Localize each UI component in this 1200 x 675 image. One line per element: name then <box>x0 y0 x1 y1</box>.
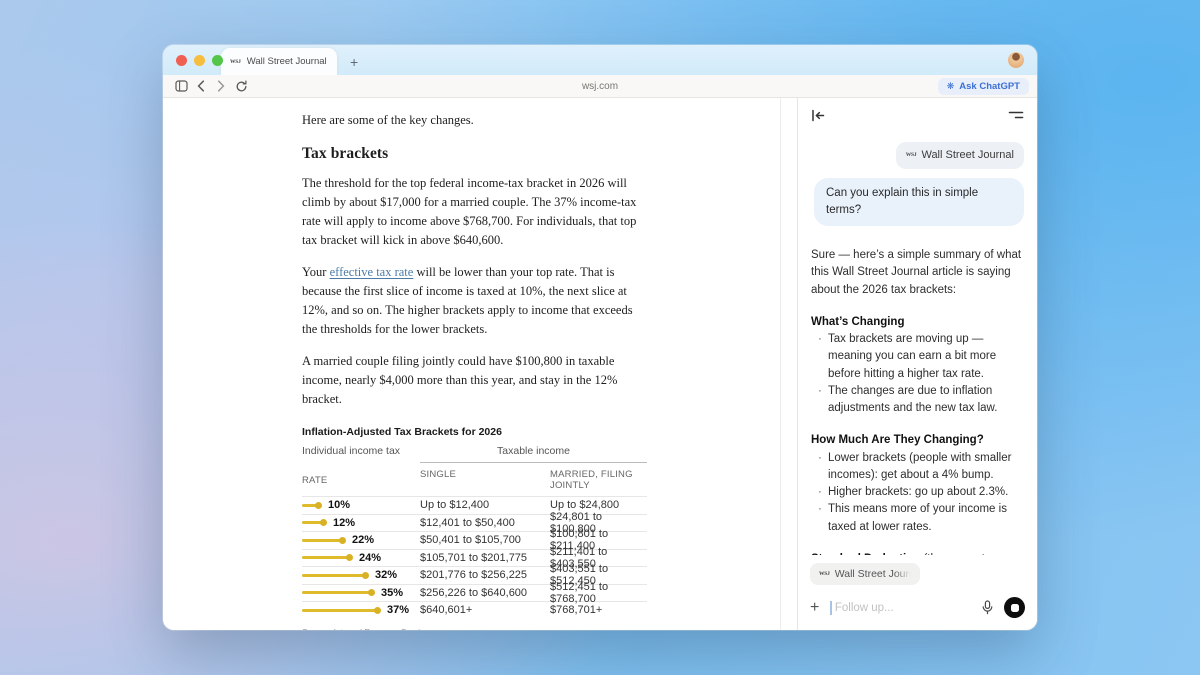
table-row: 37% $640,601+ $768,701+ <box>302 601 647 619</box>
rate-bar <box>302 591 372 594</box>
rate-bar <box>302 521 324 524</box>
tax-brackets-table: Inflation-Adjusted Tax Brackets for 2026… <box>302 426 647 630</box>
article-pane: Here are some of the key changes. Tax br… <box>163 98 797 630</box>
dictation-mic-icon[interactable] <box>981 600 994 615</box>
assistant-section: How Much Are They Changing? ·Lower brack… <box>811 432 1024 536</box>
address-bar[interactable]: wsj.com <box>163 81 1037 92</box>
ask-chatgpt-button[interactable]: ❋ Ask ChatGPT <box>938 78 1029 95</box>
voice-mode-button[interactable] <box>1004 597 1025 618</box>
heading-tax-brackets: Tax brackets <box>302 145 647 163</box>
wsj-favicon-icon: WSJ <box>819 571 830 577</box>
single-range: $50,401 to $105,700 <box>420 534 550 546</box>
stop-icon <box>1011 604 1019 612</box>
list-item: ·This means more of your income is taxed… <box>811 501 1024 536</box>
article-paragraph: A married couple filing jointly could ha… <box>302 352 647 409</box>
rate-label: 32% <box>375 569 397 581</box>
page-context-chip: WSJ Wall Street Journal <box>896 142 1024 169</box>
rate-label: 24% <box>359 552 381 564</box>
single-range: $12,401 to $50,400 <box>420 517 550 529</box>
section-heading: What’s Changing <box>811 314 1024 331</box>
article-intro: Here are some of the key changes. <box>302 111 647 130</box>
collapse-sidebar-icon[interactable] <box>811 109 825 122</box>
single-range: Up to $12,400 <box>420 499 550 511</box>
tab-bar: WSJ Wall Street Journal + <box>163 45 1037 75</box>
openai-logo-icon: ❋ <box>947 82 955 91</box>
single-range: $640,601+ <box>420 604 550 616</box>
wsj-favicon-icon: WSJ <box>906 151 917 159</box>
assistant-section: What’s Changing ·Tax brackets are moving… <box>811 314 1024 418</box>
table-source: Source: Internal Revenue Service <box>302 627 647 631</box>
profile-avatar[interactable] <box>1008 52 1024 68</box>
wsj-favicon-icon: WSJ <box>230 59 241 65</box>
rate-bar <box>302 504 319 507</box>
add-attachment-button[interactable]: + <box>810 601 819 615</box>
minimize-window-button[interactable] <box>194 55 205 66</box>
browser-window: WSJ Wall Street Journal + wsj.com ❋ Ask … <box>163 45 1037 630</box>
input-placeholder: Follow up... <box>835 602 894 614</box>
single-range: $201,776 to $256,225 <box>420 569 550 581</box>
chat-history-icon[interactable] <box>1008 109 1024 121</box>
effective-tax-rate-link[interactable]: effective tax rate <box>330 265 414 279</box>
close-window-button[interactable] <box>176 55 187 66</box>
chat-composer: WSJ Wall Street Journal + Follow up... <box>798 555 1037 630</box>
list-item: ·Higher brackets: go up about 2.3%. <box>811 484 1024 501</box>
article-paragraph: Your effective tax rate will be lower th… <box>302 263 647 339</box>
single-range: $105,701 to $201,775 <box>420 552 550 564</box>
table-title: Inflation-Adjusted Tax Brackets for 2026 <box>302 426 647 438</box>
table-group-left: Individual income tax <box>302 445 420 463</box>
rate-bar <box>302 574 366 577</box>
text-cursor <box>830 601 832 615</box>
new-tab-button[interactable]: + <box>350 55 358 69</box>
user-message-bubble: Can you explain this in simple terms? <box>814 178 1024 227</box>
browser-toolbar: wsj.com ❋ Ask ChatGPT <box>163 75 1037 98</box>
tab-wall-street-journal[interactable]: WSJ Wall Street Journal <box>221 48 337 75</box>
col-header-married: MARRIED, FILING JOINTLY <box>550 469 647 491</box>
section-heading: How Much Are They Changing? <box>811 432 1024 449</box>
window-controls <box>176 45 223 75</box>
rate-label: 35% <box>381 587 403 599</box>
table-row: 35% $256,226 to $640,600 $512,451 to $76… <box>302 584 647 602</box>
col-header-rate: RATE <box>302 469 420 491</box>
rate-label: 12% <box>333 517 355 529</box>
tab-title: Wall Street Journal <box>247 56 327 67</box>
list-item: ·The changes are due to inflation adjust… <box>811 383 1024 418</box>
followup-input[interactable]: Follow up... <box>830 601 981 615</box>
rate-label: 10% <box>328 499 350 511</box>
table-group-right: Taxable income <box>420 445 647 463</box>
reload-icon[interactable] <box>231 77 251 95</box>
article-paragraph: The threshold for the top federal income… <box>302 174 647 250</box>
rate-bar <box>302 556 350 559</box>
rate-label: 37% <box>387 604 409 616</box>
col-header-single: SINGLE <box>420 469 550 491</box>
forward-icon[interactable] <box>211 77 231 95</box>
list-item: ·Lower brackets (people with smaller inc… <box>811 450 1024 485</box>
married-range: Up to $24,800 <box>550 499 647 511</box>
married-range: $512,451 to $768,700 <box>550 581 647 605</box>
married-range: $768,701+ <box>550 604 647 616</box>
zoom-window-button[interactable] <box>212 55 223 66</box>
single-range: $256,226 to $640,600 <box>420 587 550 599</box>
chatgpt-sidebar: WSJ Wall Street Journal Can you explain … <box>797 98 1037 630</box>
assistant-intro: Sure — here’s a simple summary of what t… <box>811 247 1024 299</box>
rate-label: 22% <box>352 534 374 546</box>
list-item: ·Tax brackets are moving up — meaning yo… <box>811 331 1024 383</box>
sidebar-toggle-icon[interactable] <box>171 77 191 95</box>
rate-bar <box>302 539 343 542</box>
rate-bar <box>302 609 378 612</box>
composer-context-chip[interactable]: WSJ Wall Street Journal <box>810 563 920 585</box>
back-icon[interactable] <box>191 77 211 95</box>
